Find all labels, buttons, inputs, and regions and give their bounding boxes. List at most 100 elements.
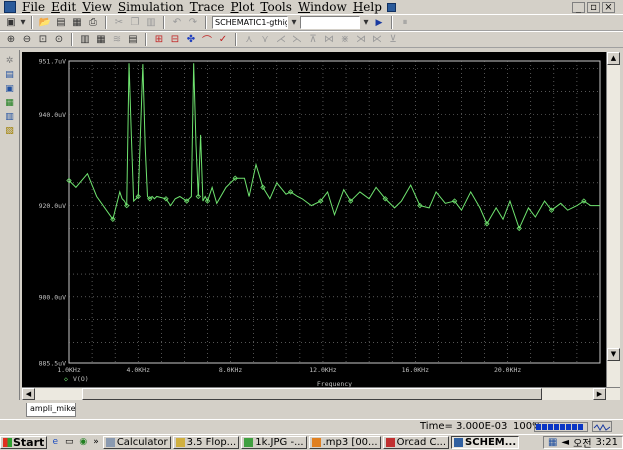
cursor-trough-icon[interactable]: ⋎ [258, 33, 272, 46]
task-label: .mp3 [00... [322, 436, 378, 448]
legend-label: V(O) [73, 375, 89, 383]
menu-window[interactable]: Window [295, 0, 350, 14]
y-tick-label: 951.7uV [39, 58, 66, 66]
cut-icon[interactable]: ✂ [112, 16, 126, 29]
undo-icon[interactable]: ↶ [170, 16, 184, 29]
copy-icon[interactable]: ❐ [128, 16, 142, 29]
ime-language[interactable]: 오전 [573, 435, 591, 450]
quicklaunch-more[interactable]: » [91, 437, 101, 447]
network-icon[interactable]: ▦ [548, 437, 557, 448]
cursor-search-icon[interactable]: ⋇ [338, 33, 352, 46]
task-calculator[interactable]: Calculator [102, 435, 171, 449]
system-tray: ▦ ◄ 오전 3:21 [542, 435, 623, 450]
redo-icon[interactable]: ↷ [186, 16, 200, 29]
vertical-scrollbar[interactable]: ▲ ▼ [606, 52, 620, 387]
menu-edit[interactable]: Edit [48, 0, 79, 14]
task-media[interactable]: .mp3 [00... [308, 435, 381, 449]
restore-button[interactable]: ▫ [587, 1, 600, 13]
fourier-icon[interactable]: ▦ [94, 33, 108, 46]
menu-bar: File Edit View Simulation Trace Plot Too… [0, 0, 623, 14]
cursor-peak-icon[interactable]: ⋏ [242, 33, 256, 46]
open-folder-icon[interactable]: 📂 [38, 16, 52, 29]
watch-icon[interactable]: ▦ [4, 98, 16, 109]
pause-icon[interactable]: ⏸ [398, 16, 412, 29]
desktop-icon[interactable]: ▭ [63, 437, 75, 448]
cursor-next-icon[interactable]: ⋊ [354, 33, 368, 46]
scroll-thumb[interactable] [82, 388, 542, 400]
minimize-button[interactable]: _ [572, 1, 585, 13]
simulation-profile-select[interactable]: SCHEMATIC1-gthigh [212, 16, 288, 29]
child-window-icon[interactable] [386, 2, 396, 12]
pin-icon[interactable]: ✲ [4, 56, 16, 67]
add-trace-icon[interactable]: ⊞ [152, 33, 166, 46]
task-label: Orcad C... [396, 436, 447, 448]
start-label: Start [13, 435, 45, 449]
paste-icon[interactable]: ▥ [144, 16, 158, 29]
plot-list-icon[interactable]: ▧ [4, 126, 16, 137]
open-icon[interactable]: ▤ [54, 16, 68, 29]
menu-view[interactable]: View [79, 0, 115, 14]
y-tick-label: 940.0uV [39, 111, 66, 119]
task-image[interactable]: 1k.JPG -... [241, 435, 307, 449]
task-schematic[interactable]: SCHEM... [451, 435, 520, 449]
menu-trace[interactable]: Trace [187, 0, 228, 14]
ie-icon[interactable]: e [49, 437, 61, 448]
mark-label-icon[interactable]: ✓ [216, 33, 230, 46]
marker-icon[interactable]: ✤ [184, 33, 198, 46]
eval-measurement-icon[interactable]: ⊟ [168, 33, 182, 46]
menu-file[interactable]: File [19, 0, 48, 14]
zoom-fit-icon[interactable]: ⊙ [52, 33, 66, 46]
cursor-max-icon[interactable]: ⊼ [306, 33, 320, 46]
zoom-in-icon[interactable]: ⊕ [4, 33, 18, 46]
app-icon [4, 1, 16, 13]
scroll-up-icon[interactable]: ▲ [607, 52, 620, 65]
scroll-right-icon[interactable]: ▶ [593, 388, 606, 400]
toggle-cursor-icon[interactable]: ⌒ [200, 33, 214, 47]
toolbar-separator [163, 16, 165, 29]
search-input[interactable] [300, 16, 360, 29]
cursor-min-icon[interactable]: ⋋ [290, 33, 304, 46]
performance-icon[interactable]: ≋ [110, 33, 124, 46]
task-label: Calculator [116, 436, 168, 448]
toolbar-separator [145, 33, 147, 46]
zoom-area-icon[interactable]: ⊡ [36, 33, 50, 46]
print-icon[interactable]: ⎙ [86, 16, 100, 29]
scroll-down-icon[interactable]: ▼ [607, 348, 620, 361]
play-icon[interactable]: ▶ [372, 16, 386, 29]
media-icon [311, 437, 321, 447]
horizontal-scrollbar[interactable]: ◀ ▶ [22, 387, 620, 400]
x-tick-label: 12.0KHz [309, 366, 336, 374]
save-icon[interactable]: ▦ [70, 16, 84, 29]
document-tab[interactable]: ampli_mike S... [26, 403, 76, 417]
cursor-slope-icon[interactable]: ⋌ [274, 33, 288, 46]
plot-area[interactable]: 951.7uV 940.0uV 920.0uV 900.0uV 885.5uV 1.0KH… [22, 52, 606, 388]
menu-help[interactable]: Help [350, 0, 385, 14]
volume-icon[interactable]: ◄ [561, 437, 569, 448]
log-y-icon[interactable]: ▤ [126, 33, 140, 46]
properties-icon[interactable]: ▥ [4, 112, 16, 123]
zoom-out-icon[interactable]: ⊖ [20, 33, 34, 46]
output-window-icon[interactable]: ▤ [4, 70, 16, 81]
frequency-response-chart[interactable]: 951.7uV940.0uV920.0uV900.0uV885.5uV1.0KH… [22, 52, 606, 388]
start-button[interactable]: Start [0, 435, 48, 449]
media-player-icon[interactable]: ◉ [77, 437, 89, 448]
menu-plot[interactable]: Plot [227, 0, 257, 14]
progress-bar [534, 422, 588, 432]
cursor-prev-icon[interactable]: ⋉ [370, 33, 384, 46]
log-x-icon[interactable]: ▥ [78, 33, 92, 46]
chevron-down-icon[interactable]: ▾ [290, 16, 298, 29]
close-button[interactable]: × [602, 1, 615, 13]
chevron-down-icon[interactable]: ▾ [362, 16, 370, 29]
x-tick-label: 8.0KHz [219, 366, 243, 374]
schematic-icon [454, 437, 464, 447]
menu-simulation[interactable]: Simulation [115, 0, 187, 14]
task-floppy[interactable]: 3.5 Flop... [172, 435, 240, 449]
new-file-icon[interactable]: ▣ [4, 16, 18, 29]
menu-tools[interactable]: Tools [257, 0, 295, 14]
task-orcad[interactable]: Orcad C... [382, 435, 450, 449]
scroll-left-icon[interactable]: ◀ [22, 388, 35, 400]
dropdown-arrow-icon[interactable]: ▾ [20, 16, 26, 29]
cursor-point-icon[interactable]: ⋈ [322, 33, 336, 46]
sim-status-icon[interactable]: ▣ [4, 84, 16, 95]
mark-data-icon[interactable]: ⊻ [386, 33, 400, 46]
